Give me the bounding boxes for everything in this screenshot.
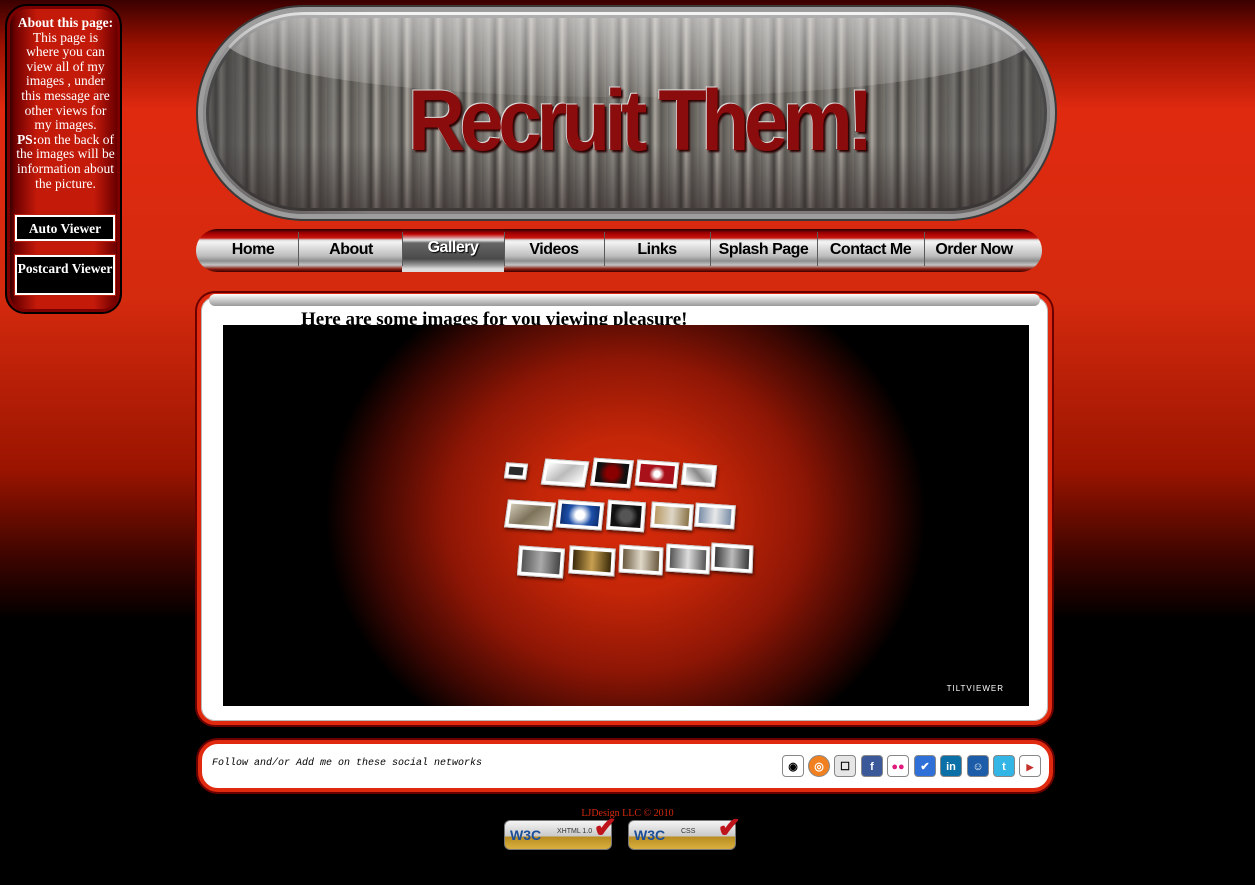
nav-home[interactable]: Home [208, 237, 298, 263]
social-bar: Follow and/or Add me on these social net… [198, 740, 1053, 792]
gallery-thumbnail[interactable] [680, 462, 718, 488]
gallery-thumbnail[interactable] [618, 544, 664, 576]
tiltviewer-brand: TILTVIEWER [946, 684, 1004, 693]
panel-top-cap [209, 294, 1040, 306]
nav-separator [298, 232, 299, 266]
w3c-logo-text: W3C [634, 827, 666, 843]
myspace-icon[interactable]: ☺ [967, 755, 989, 777]
w3c-logo-text: W3C [510, 827, 542, 843]
nav-splash-page[interactable]: Splash Page [710, 237, 817, 263]
checkmark-icon: ✔ [717, 813, 741, 844]
twitter-icon[interactable]: t [993, 755, 1015, 777]
gallery-thumbnail[interactable] [694, 502, 736, 530]
nav-videos[interactable]: Videos [504, 237, 604, 263]
about-sidebar: About this page: This page is where you … [5, 4, 122, 314]
eye-icon[interactable]: ◉ [782, 755, 804, 777]
nav-about[interactable]: About [300, 237, 402, 263]
header-banner: Recruit Them! [198, 7, 1055, 219]
gallery-thumbnail[interactable] [605, 499, 647, 533]
w3c-css-label: CSS [681, 828, 696, 835]
checkmark-icon: ✔ [593, 813, 617, 844]
gallery-thumbnail[interactable] [665, 543, 711, 575]
social-caption: Follow and/or Add me on these social net… [212, 758, 483, 769]
youtube-icon[interactable]: ▶ [1019, 755, 1041, 777]
gallery-thumbnail[interactable] [516, 545, 566, 579]
gallery-thumbnail[interactable] [634, 459, 680, 489]
gallery-thumbnail[interactable] [504, 499, 556, 531]
nav-links[interactable]: Links [604, 237, 710, 263]
orange-circle-icon[interactable]: ◎ [808, 755, 830, 777]
nav-contact-me[interactable]: Contact Me [817, 237, 924, 263]
w3c-xhtml-label: XHTML 1.0 [557, 828, 593, 835]
nav-gallery[interactable]: Gallery [402, 235, 504, 261]
gallery-thumbnail[interactable] [650, 501, 694, 531]
tilt-viewer[interactable]: TILTVIEWER [223, 325, 1029, 706]
gallery-thumbnail[interactable] [590, 457, 634, 489]
about-text: This page is where you can view all of m… [21, 29, 110, 133]
about-heading: About this page: [17, 15, 114, 30]
facebook-icon[interactable]: f [861, 755, 883, 777]
postcard-viewer-button[interactable]: Postcard Viewer [14, 254, 116, 296]
nav-order-now[interactable]: Order Now [924, 237, 1024, 263]
about-text-block: About this page: This page is where you … [15, 15, 116, 191]
linkedin-icon[interactable]: in [940, 755, 962, 777]
copyright: LJDesign LLC © 2010 [581, 808, 674, 819]
flickr-icon[interactable]: ●● [887, 755, 909, 777]
gallery-thumbnail[interactable] [540, 458, 590, 488]
gallery-thumbnail[interactable] [568, 545, 616, 577]
gallery-thumbnail[interactable] [503, 462, 529, 480]
checkmark-icon[interactable]: ✔ [914, 755, 936, 777]
gallery-panel: Here are some images for you viewing ple… [197, 293, 1052, 725]
ps-label: PS: [16, 131, 38, 147]
auto-viewer-button[interactable]: Auto Viewer [14, 214, 116, 242]
gallery-thumbnail[interactable] [555, 499, 605, 531]
delicious-icon[interactable]: ☐ [834, 755, 856, 777]
gallery-thumbnail[interactable] [710, 542, 754, 574]
w3c-css-badge[interactable]: W3C CSS ✔ [628, 815, 741, 850]
w3c-xhtml-badge[interactable]: W3C XHTML 1.0 ✔ [504, 815, 617, 850]
main-nav: Home About Gallery Videos Links Splash P… [196, 229, 1042, 272]
site-title: Recruit Them! [408, 73, 874, 169]
